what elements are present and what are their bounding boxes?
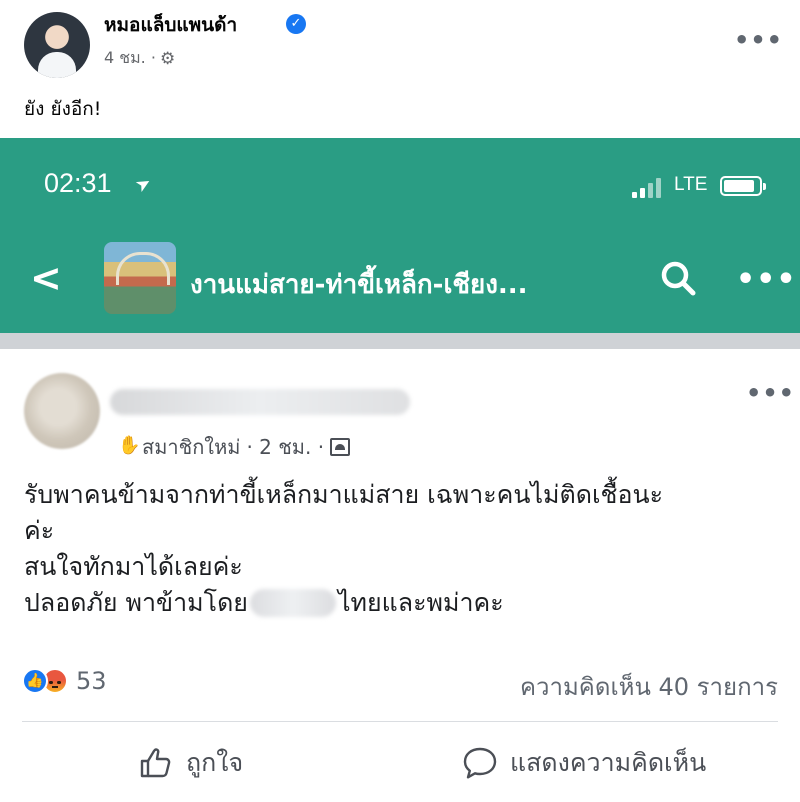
thumbs-up-icon — [140, 748, 171, 778]
post-text-line: ค่ะ — [24, 516, 55, 545]
blurred-member-avatar[interactable] — [24, 373, 100, 449]
post-text-line-4: ปลอดภัย พาข้ามโดย ไทยและพม่าคะ — [24, 585, 784, 621]
like-reaction-icon: 👍 — [22, 668, 48, 694]
group-post-body: รับพาคนข้ามจากท่าขี้เหล็กมาแม่สาย เฉพาะค… — [24, 477, 784, 621]
embedded-app-header: 02:31 ➤ LTE < งานแม่สาย-ท่าขี้เหล็ก-เชีย… — [0, 138, 800, 333]
network-type: LTE — [674, 174, 708, 195]
battery-icon — [720, 176, 766, 196]
like-button-label: ถูกใจ — [186, 748, 244, 777]
author-name[interactable]: หมอแล็บแพนด้า — [104, 10, 237, 40]
cellular-signal-icon — [632, 176, 670, 198]
author-avatar[interactable] — [24, 12, 90, 78]
post-meta: 4 ชม. · ⚙ — [104, 46, 175, 71]
group-post: ✋ สมาชิกใหม่ · 2 ชม. · ••• รับพาคนข้ามจา… — [0, 349, 800, 802]
new-member-badge: สมาชิกใหม่ — [142, 435, 241, 459]
post-more-options-icon[interactable]: ••• — [734, 26, 783, 54]
group-cover-thumbnail[interactable] — [104, 242, 176, 314]
verified-badge-icon: ✓ — [286, 14, 306, 34]
post-text-line: รับพาคนข้ามจากท่าขี้เหล็กมาแม่สาย เฉพาะค… — [24, 480, 664, 509]
post-text-line: สนใจทักมาได้เลยค่ะ — [24, 552, 243, 581]
group-post-time[interactable]: · 2 ชม. · — [246, 431, 324, 463]
post-caption: ยัง ยังอีก! — [24, 98, 102, 120]
section-separator — [0, 333, 800, 349]
action-divider — [22, 721, 778, 722]
post-text-segment: ปลอดภัย พาข้ามโดย — [24, 588, 248, 617]
post-time[interactable]: 4 ชม. · — [104, 46, 156, 71]
status-bar-time: 02:31 — [44, 168, 112, 198]
group-more-options-icon[interactable]: ••• — [736, 262, 797, 297]
group-audience-icon — [330, 438, 351, 456]
group-post-meta: สมาชิกใหม่ · 2 ชม. · — [142, 431, 351, 463]
new-member-wave-icon: ✋ — [118, 435, 141, 456]
outer-post-header: หมอแล็บแพนด้า ✓ 4 ชม. · ⚙ ••• ยัง ยังอีก… — [0, 0, 800, 138]
group-post-more-icon[interactable]: ••• — [746, 379, 795, 407]
reaction-summary[interactable]: 👍 53 — [22, 667, 107, 695]
reaction-count: 53 — [76, 667, 107, 695]
comment-button[interactable]: แสดงความคิดเห็น — [462, 743, 706, 783]
search-icon[interactable] — [658, 258, 698, 298]
group-title[interactable]: งานแม่สาย-ท่าขี้เหล็ก-เชียง... — [190, 264, 528, 305]
back-arrow-icon[interactable]: < — [30, 256, 62, 300]
like-button[interactable]: ถูกใจ — [138, 743, 243, 783]
censored-word — [249, 589, 336, 617]
location-arrow-icon: ➤ — [131, 171, 156, 198]
comment-button-label: แสดงความคิดเห็น — [510, 748, 707, 777]
gear-icon: ⚙ — [159, 48, 176, 69]
comment-count-link[interactable]: ความคิดเห็น 40 รายการ — [520, 667, 778, 706]
post-text-segment: ไทยและพม่าคะ — [337, 588, 504, 617]
blurred-member-name[interactable] — [110, 389, 410, 415]
comment-bubble-icon — [463, 747, 497, 779]
